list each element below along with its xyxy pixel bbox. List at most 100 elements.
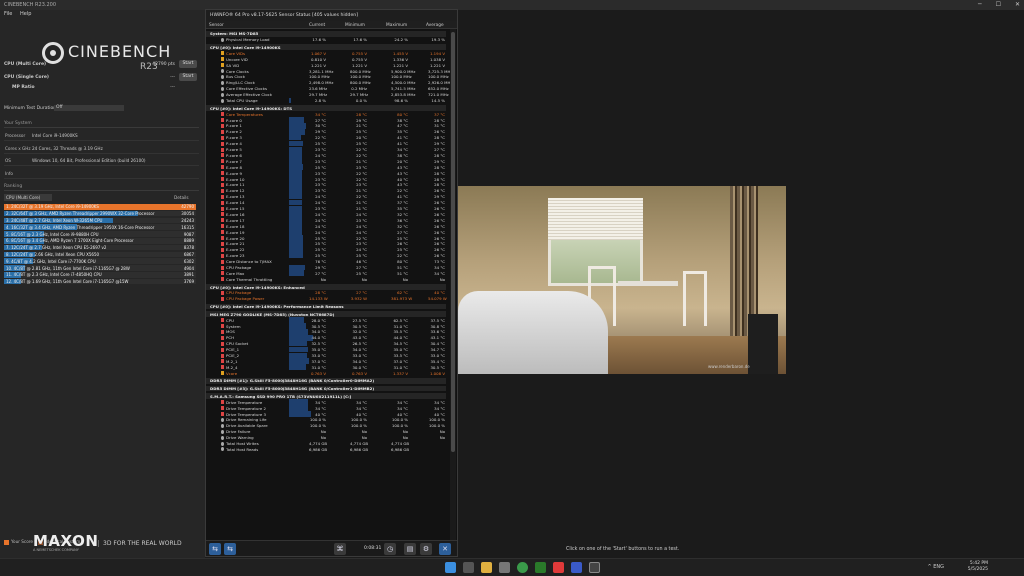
sensor-value: 24 °C — [315, 211, 326, 217]
xbox-icon[interactable] — [535, 562, 546, 573]
sensor-value: 27 °C — [315, 117, 326, 123]
nav-arrows-icon[interactable]: ⇆ — [209, 543, 221, 555]
ranking-row[interactable]: 4. 16C/32T @ 3.4 GHz, AMD Ryzen Threadri… — [4, 224, 196, 230]
chrome-icon[interactable] — [517, 562, 528, 573]
sensor-value: 24 °C — [356, 229, 367, 235]
sensor-value: 34 °C — [356, 399, 367, 405]
sensor-name: CPU [#0]: Intel Core i9-14900KS: Enhance… — [210, 284, 305, 290]
sensor-value: 27 °C — [315, 270, 326, 276]
details-label[interactable]: Details — [174, 195, 189, 200]
close-sensors-icon[interactable]: ✕ — [439, 543, 451, 555]
ranking-row[interactable]: 2. 32C/64T @ 3 GHz, AMD Ryzen Threadripp… — [4, 210, 196, 217]
system-value: 24 Cores, 32 Threads @ 3.19 GHz — [32, 145, 103, 151]
sensor-name: E-core 18 — [226, 223, 245, 229]
ranking-row[interactable]: 1. 24C/32T @ 3.19 GHz, Intel Core i9-149… — [4, 204, 196, 210]
ranking-score: 42790 — [181, 204, 194, 210]
sensor-row[interactable]: Total Host Reads 6,986 GB 6,986 GB 6,986 GB — [206, 446, 446, 452]
sensor-value: 25 °C — [315, 241, 326, 247]
app-icon[interactable] — [499, 562, 510, 573]
sensor-name: Total Host Writes — [226, 441, 259, 447]
sensor-value: 34.7 °C — [430, 347, 445, 353]
ranking-row[interactable]: 8. 12C/24T @ 2.66 GHz, Intel Xeon CPU X5… — [4, 251, 196, 258]
nav-arrows-2-icon[interactable]: ⇆ — [224, 543, 236, 555]
sensor-list[interactable]: System: MSI MS-7D85 Physical Memory Load 1… — [206, 29, 457, 549]
ranking-row[interactable]: 3. 24C/48T @ 2.7 GHz, Intel Xeon W-3265M… — [4, 217, 196, 224]
ranking-row[interactable]: 7. 12C/24T @ 2.7 GHz, Intel Xeon CPU E5-… — [4, 244, 196, 251]
sensor-name: MOS — [226, 329, 235, 335]
clock-icon[interactable]: ◷ — [384, 543, 396, 555]
sensor-value: 32.5 °C — [311, 341, 326, 347]
app-red-icon[interactable] — [553, 562, 564, 573]
sensor-value: 3,725.3 MHz — [428, 68, 453, 74]
sensor-name: CPU — [226, 317, 234, 323]
ranking-name: 10. 4C/8T @ 2.81 GHz, 11th Gen Intel Cor… — [6, 265, 130, 271]
sensor-value: 26 °C — [434, 206, 445, 212]
ranking-name: 2. 32C/64T @ 3 GHz, AMD Ryzen Threadripp… — [6, 211, 155, 217]
sensor-value: 34.0 °C — [352, 347, 367, 353]
sensor-row[interactable]: Physical Memory Load 17.6 % 17.6 % 24.2 % 19… — [206, 37, 446, 43]
sensor-value: 40 °C — [434, 290, 445, 296]
close-icon[interactable]: ✕ — [1015, 1, 1020, 8]
sensor-value: 0.810 V — [310, 56, 326, 62]
sensor-value: 38 °C — [397, 117, 408, 123]
sensor-row[interactable]: Vcore 0.763 V 0.763 V 1.337 V 1.008 V — [206, 370, 446, 376]
col-sensor[interactable]: Sensor — [209, 23, 224, 28]
hwinfo-icon[interactable] — [571, 562, 582, 573]
col-average[interactable]: Average — [426, 23, 444, 28]
menu-file[interactable]: File — [4, 11, 12, 17]
sensor-group[interactable]: CPU [#0]: Intel Core i9-14900KS: Perform… — [206, 303, 446, 310]
system-row: Info — [4, 169, 199, 179]
scrollbar-thumb[interactable] — [451, 32, 455, 452]
settings-icon[interactable]: ⚙ — [420, 543, 432, 555]
sensor-group[interactable]: DDR5 DIMM [#3]: G.Skill F5-8000J3848H16G… — [206, 385, 446, 392]
cinebench-logo-icon — [42, 42, 64, 64]
report-icon[interactable]: ▤ — [404, 543, 416, 555]
ranking-row[interactable]: 11. 4C/8T @ 2.3 GHz, Intel Core i7-4850H… — [4, 272, 196, 278]
maxon-subtitle: A NEMETSCHEK COMPANY — [33, 548, 79, 552]
sensor-row[interactable]: Total CPU Usage 2.8 % 0.0 % 98.6 % 14.5 % — [206, 97, 446, 104]
system-row: OS Windows 10, 64 Bit, Professional Editi… — [4, 156, 199, 166]
search-icon[interactable] — [463, 562, 474, 573]
thermometer-icon — [221, 324, 224, 328]
sensor-row[interactable]: Core Thermal Throttling No No No No — [206, 276, 446, 282]
legend-your-score: Your Score — [11, 539, 33, 544]
ranking-select[interactable]: CPU (Multi Core) — [4, 194, 52, 201]
tray-icons[interactable]: ^ ENG — [927, 564, 944, 570]
ranking-row[interactable]: 9. 4C/8T @ 4.2 GHz, Intel Core i7-7700K … — [4, 258, 196, 264]
ranking-score: 9087 — [183, 231, 194, 237]
maximize-icon[interactable]: ☐ — [996, 1, 1001, 8]
thermometer-icon — [221, 400, 224, 405]
file-explorer-icon[interactable] — [481, 562, 492, 573]
sensor-value: 37.0 °C — [311, 358, 326, 364]
thermometer-icon — [221, 147, 224, 152]
sensor-value: 24 °C — [315, 223, 326, 229]
col-current[interactable]: Current — [309, 23, 325, 28]
gauge-icon — [221, 435, 224, 440]
cinebench-icon[interactable] — [589, 562, 600, 573]
menu-help[interactable]: Help — [20, 11, 31, 17]
sensor-value: 26 °C — [434, 217, 445, 223]
min-duration-select[interactable]: Off — [54, 105, 124, 111]
col-maximum[interactable]: Maximum — [386, 23, 407, 28]
col-minimum[interactable]: Minimum — [345, 23, 365, 28]
sensor-group[interactable]: DDR5 DIMM [#1]: G.Skill F5-8000J3848H16G… — [206, 377, 446, 384]
sensor-name: E-core 23 — [226, 253, 245, 259]
clock[interactable]: 5:42 PM 5/5/2025 — [968, 561, 988, 573]
ranking-row[interactable]: 5. 8C/16T @ 2.3 GHz, Intel Core i9-9880H… — [4, 231, 196, 237]
sensor-name: M.2_4 — [226, 364, 238, 370]
single-core-label: CPU (Single Core) — [4, 75, 49, 80]
start-multi-button[interactable]: Start — [179, 60, 197, 68]
sensor-row[interactable]: CPU Package Power 14.133 W 3.932 W 381.973 … — [206, 296, 447, 302]
ranking-row[interactable]: 12. 4C/8T @ 1.69 GHz, 11th Gen Intel Cor… — [4, 278, 196, 285]
render-viewport: www.renderbaron.de — [458, 186, 786, 374]
thermometer-icon — [221, 212, 224, 217]
minimize-icon[interactable]: ─ — [978, 1, 982, 8]
status-message: Click on one of the 'Start' buttons to r… — [566, 547, 680, 552]
start-icon[interactable] — [445, 562, 456, 573]
start-single-button[interactable]: Start — [179, 73, 197, 81]
render-chair — [683, 271, 707, 326]
ranking-row[interactable]: 6. 8C/16T @ 3.4 GHz, AMD Ryzen 7 1700X E… — [4, 238, 196, 244]
network-icon[interactable]: ⌘ — [334, 543, 346, 555]
sensor-value: 33.0 °C — [352, 353, 367, 359]
ranking-row[interactable]: 10. 4C/8T @ 2.81 GHz, 11th Gen Intel Cor… — [4, 265, 196, 271]
